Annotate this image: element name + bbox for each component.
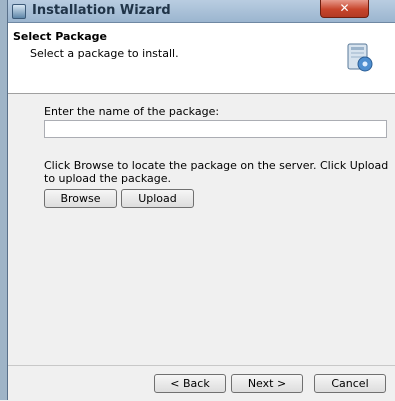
package-name-input[interactable] <box>44 120 387 138</box>
upload-button[interactable]: Upload <box>121 189 194 208</box>
window-left-edge <box>0 0 8 400</box>
window-title: Installation Wizard <box>32 3 171 18</box>
title-bar[interactable]: Installation Wizard ✕ <box>8 0 395 23</box>
installer-app-icon <box>12 4 26 19</box>
browse-button[interactable]: Browse <box>44 189 117 208</box>
package-install-icon <box>347 43 373 72</box>
wizard-content: Enter the name of the package: Click Bro… <box>8 94 395 364</box>
page-subtitle: Select a package to install. <box>30 47 179 60</box>
close-button[interactable]: ✕ <box>320 0 369 18</box>
back-button[interactable]: < Back <box>154 374 226 393</box>
package-name-label: Enter the name of the package: <box>44 105 220 118</box>
cancel-button[interactable]: Cancel <box>314 374 386 393</box>
next-button[interactable]: Next > <box>231 374 303 393</box>
wizard-footer: < Back Next > Cancel <box>8 365 395 401</box>
close-icon: ✕ <box>339 1 350 15</box>
page-title: Select Package <box>13 30 108 43</box>
wizard-header: Select Package Select a package to insta… <box>8 23 395 94</box>
browse-instructions: Click Browse to locate the package on th… <box>44 159 389 185</box>
